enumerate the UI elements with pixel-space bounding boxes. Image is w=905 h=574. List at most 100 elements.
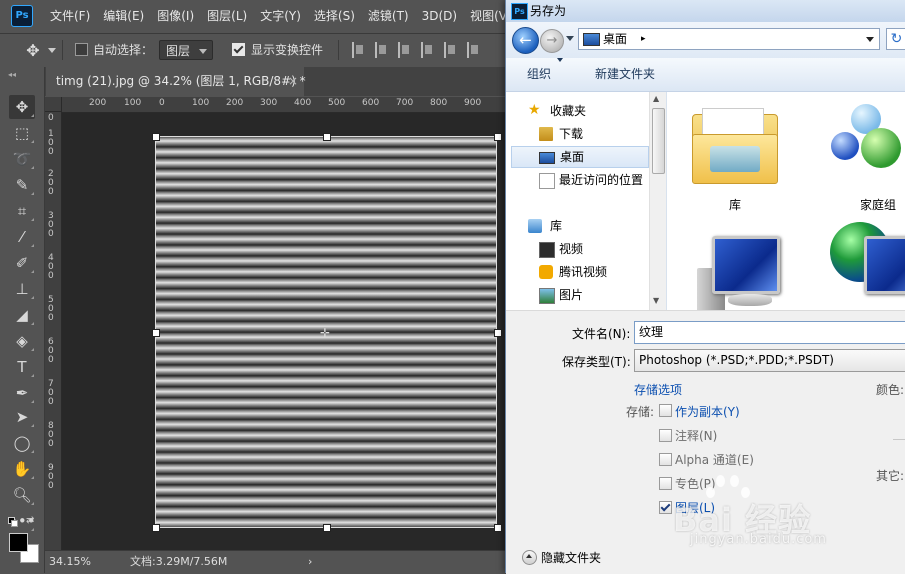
show-transform-checkbox[interactable] <box>232 43 245 56</box>
menu-filter[interactable]: 滤镜(T) <box>368 0 409 32</box>
nav-item-tencent-video[interactable]: 腾讯视频 <box>506 261 649 283</box>
address-location[interactable]: 桌面 <box>603 29 627 49</box>
transform-handle[interactable] <box>494 133 502 141</box>
layers-label[interactable]: 图层(L) <box>675 499 715 516</box>
organize-dropdown-icon[interactable] <box>557 58 563 62</box>
transform-handle[interactable] <box>494 524 502 532</box>
transform-center-icon[interactable]: ✛ <box>320 326 330 340</box>
tool-preset-caret-icon[interactable] <box>48 48 56 53</box>
organize-button[interactable]: 组织 <box>527 58 551 90</box>
ellipse-tool-icon[interactable]: ◯ <box>9 431 35 455</box>
lasso-tool-icon[interactable]: ➰ <box>9 147 35 171</box>
path-select-tool-icon[interactable]: ➤ <box>9 405 35 429</box>
menu-image[interactable]: 图像(I) <box>157 0 194 32</box>
color-label: 颜色: <box>876 383 905 397</box>
align-vcenter-icon[interactable] <box>375 42 389 58</box>
brush-tool-icon[interactable]: ✐ <box>9 251 35 275</box>
align-top-icon[interactable] <box>352 42 366 58</box>
nav-item-downloads[interactable]: 下载 <box>506 123 649 145</box>
pen-tool-icon[interactable]: ✒ <box>9 381 35 405</box>
zoom-level[interactable]: 34.15% <box>49 551 91 573</box>
nav-item-recent[interactable]: 最近访问的位置 <box>506 169 649 191</box>
align-left-icon[interactable] <box>421 42 435 58</box>
ps-menubar: Ps 文件(F) 编辑(E) 图像(I) 图层(L) 文字(Y) 选择(S) 滤… <box>0 0 512 32</box>
computer-icon[interactable] <box>692 236 782 310</box>
hide-folders-icon[interactable] <box>522 550 537 565</box>
menu-select[interactable]: 选择(S) <box>314 0 355 32</box>
nav-item-desktop[interactable]: 桌面 <box>511 146 649 168</box>
menu-edit[interactable]: 编辑(E) <box>103 0 144 32</box>
new-folder-button[interactable]: 新建文件夹 <box>595 58 655 90</box>
video-library-icon <box>539 242 555 258</box>
nav-libraries[interactable]: 库 <box>506 215 649 237</box>
menu-file[interactable]: 文件(F) <box>50 0 90 32</box>
text-tool-icon[interactable]: T <box>9 355 35 379</box>
history-dropdown-icon[interactable] <box>566 36 574 41</box>
close-tab-icon[interactable]: × <box>288 67 298 96</box>
address-bar[interactable]: 桌面 ▸ <box>578 28 880 50</box>
document-tab[interactable]: timg (21).jpg @ 34.2% (图层 1, RGB/8#) * × <box>46 67 306 96</box>
collapse-panel-icon[interactable]: ◂◂ <box>8 70 16 79</box>
save-options-link[interactable]: 存储选项 <box>634 381 682 398</box>
transform-handle[interactable] <box>494 329 502 337</box>
hide-folders-button[interactable]: 隐藏文件夹 <box>541 549 601 566</box>
address-dropdown-icon[interactable] <box>866 37 874 42</box>
auto-select-target-select[interactable]: 图层 <box>159 40 213 60</box>
menu-3d[interactable]: 3D(D) <box>422 0 457 32</box>
ruler-origin[interactable] <box>45 97 62 112</box>
menu-type[interactable]: 文字(Y) <box>260 0 301 32</box>
default-colors-icon[interactable] <box>8 517 18 527</box>
nav-scrollbar-thumb[interactable] <box>652 108 665 174</box>
as-copy-label[interactable]: 作为副本(Y) <box>675 403 740 420</box>
back-arrow-icon[interactable]: ← <box>512 27 539 54</box>
refresh-icon[interactable]: ↻ <box>886 28 905 50</box>
forward-arrow-icon[interactable]: → <box>540 29 564 53</box>
nav-item-pictures[interactable]: 图片 <box>506 284 649 306</box>
status-menu-icon[interactable]: › <box>308 551 312 573</box>
menu-layer[interactable]: 图层(L) <box>207 0 247 32</box>
scroll-down-icon[interactable]: ▼ <box>653 296 659 305</box>
eyedropper-tool-icon[interactable]: ⁄ <box>9 225 35 249</box>
align-hcenter-icon[interactable] <box>444 42 458 58</box>
item-label-homegroup[interactable]: 家庭组 <box>860 196 896 213</box>
marquee-tool-icon[interactable]: ⬚ <box>9 121 35 145</box>
hand-tool-icon[interactable]: ✋ <box>9 457 35 481</box>
crop-tool-icon[interactable]: ⌗ <box>9 199 35 223</box>
spot-colors-checkbox[interactable] <box>659 477 672 490</box>
transform-handle[interactable] <box>152 329 160 337</box>
address-row: ← → 桌面 ▸ ↻ <box>506 22 905 58</box>
item-label-library[interactable]: 库 <box>729 196 741 213</box>
transform-handle[interactable] <box>152 133 160 141</box>
move-tool-icon[interactable]: ✥ <box>9 95 35 119</box>
notes-checkbox[interactable] <box>659 429 672 442</box>
paint-bucket-tool-icon[interactable]: ◈ <box>9 329 35 353</box>
transform-handle[interactable] <box>152 524 160 532</box>
quick-select-tool-icon[interactable]: ✎ <box>9 173 35 197</box>
transform-handle[interactable] <box>323 524 331 532</box>
zoom-tool-icon[interactable]: 🔍︎ <box>9 483 35 507</box>
vertical-ruler[interactable]: 0 100 200 300 400 500 600 700 800 900 <box>45 112 62 550</box>
transform-handle[interactable] <box>323 133 331 141</box>
library-folder-icon[interactable] <box>692 104 778 184</box>
scroll-up-icon[interactable]: ▲ <box>653 94 659 103</box>
align-right-icon[interactable] <box>467 42 481 58</box>
homegroup-icon[interactable] <box>825 102 905 186</box>
foreground-color-swatch[interactable] <box>9 533 28 552</box>
stamp-tool-icon[interactable]: ⊥ <box>9 277 35 301</box>
alpha-channels-checkbox[interactable] <box>659 453 672 466</box>
dialog-titlebar[interactable]: Ps 另存为 <box>506 0 905 22</box>
auto-select-checkbox[interactable] <box>75 43 88 56</box>
filetype-select[interactable]: Photoshop (*.PSD;*.PDD;*.PSDT) <box>634 349 905 372</box>
nav-favorites[interactable]: ★ 收藏夹 <box>506 100 649 122</box>
horizontal-ruler[interactable]: 200 100 0 100 200 300 400 500 600 700 80… <box>62 97 510 113</box>
network-icon[interactable] <box>830 220 905 300</box>
breadcrumb-separator-icon[interactable]: ▸ <box>641 29 646 49</box>
nav-item-videos[interactable]: 视频 <box>506 238 649 260</box>
swap-colors-icon[interactable]: ⇄ <box>26 515 34 526</box>
filename-input[interactable]: 纹理 <box>634 321 905 344</box>
as-copy-checkbox[interactable] <box>659 404 672 417</box>
layers-checkbox[interactable] <box>659 501 672 514</box>
align-bottom-icon[interactable] <box>398 42 412 58</box>
eraser-tool-icon[interactable]: ◢ <box>9 303 35 327</box>
move-tool-icon[interactable]: ✥ <box>24 42 42 60</box>
